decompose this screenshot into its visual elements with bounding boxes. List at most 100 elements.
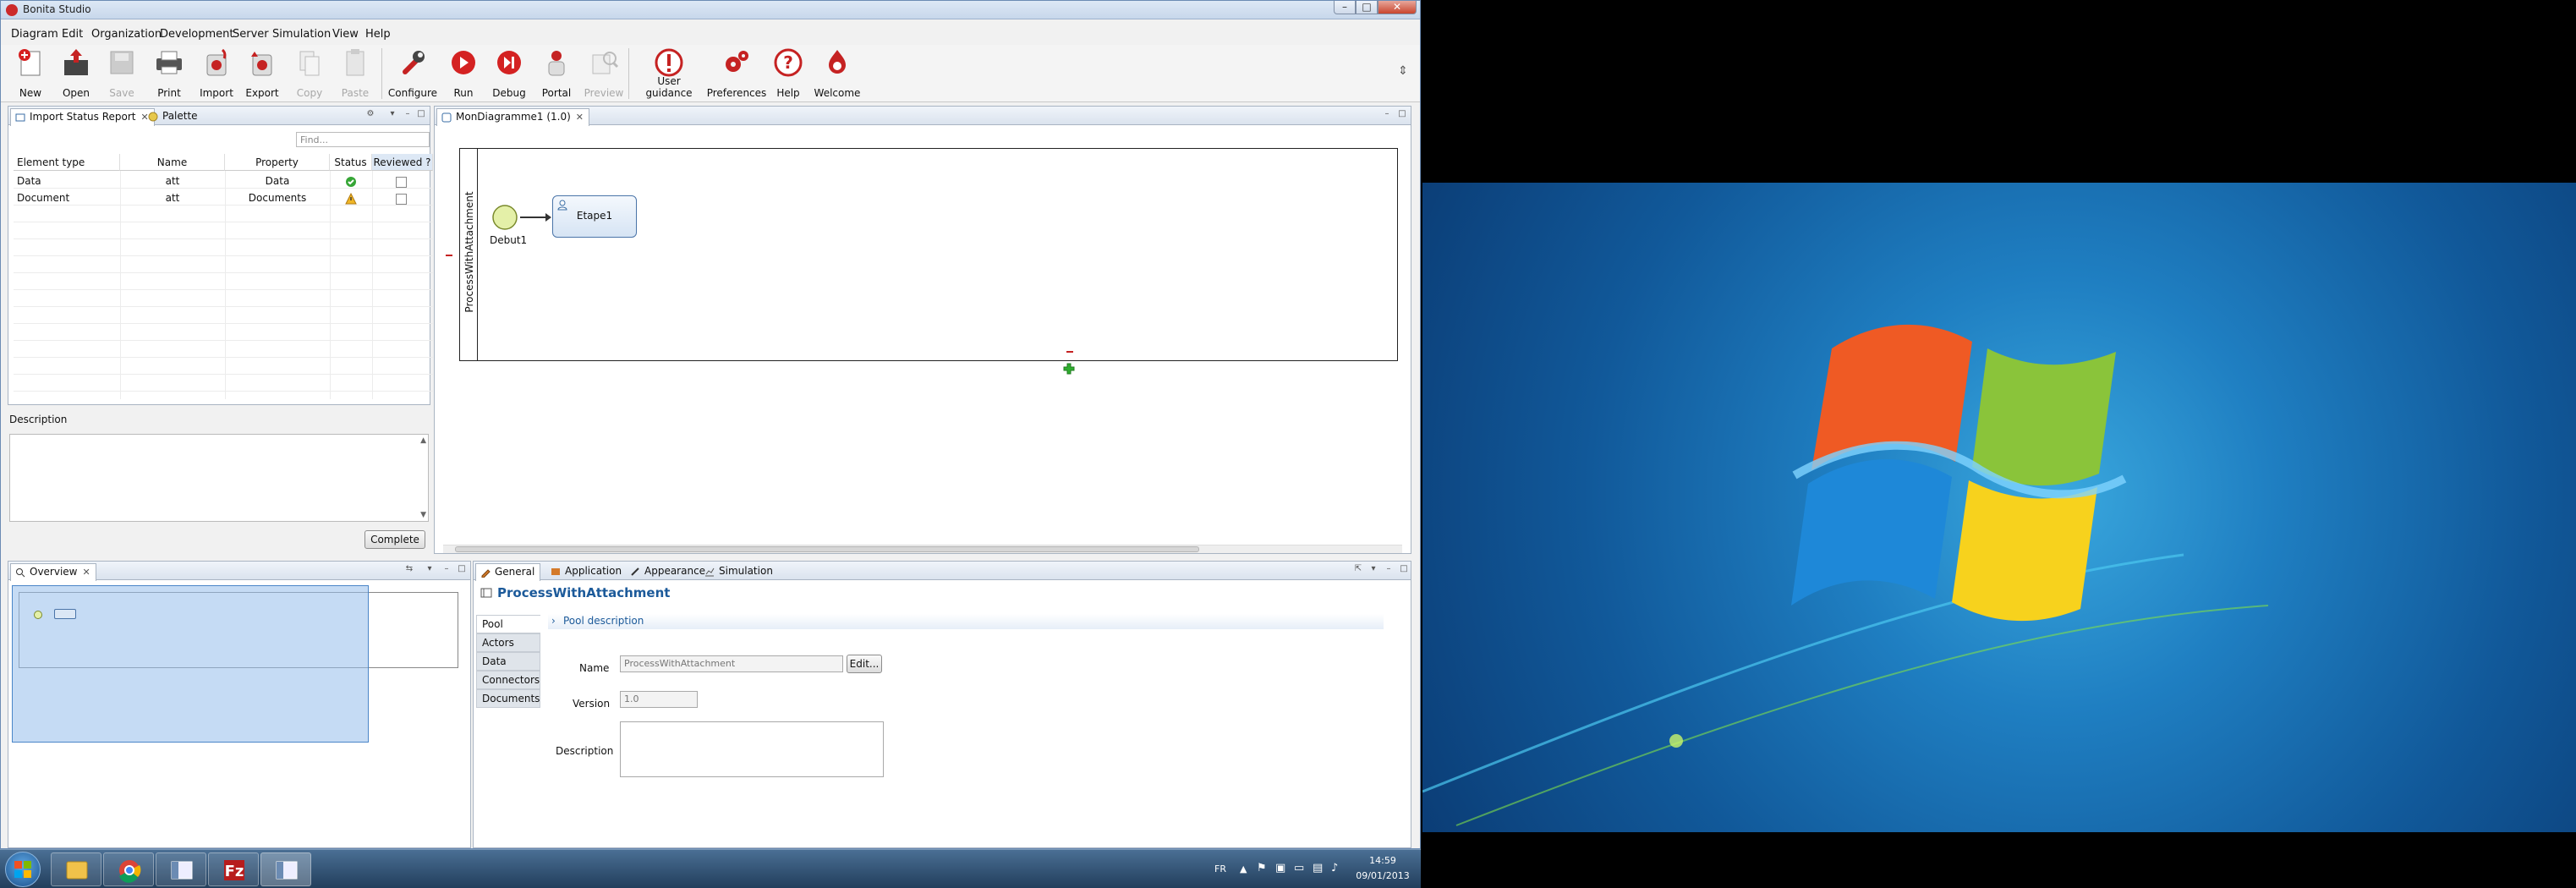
debug-button[interactable]: Debug <box>483 45 535 102</box>
start-event[interactable] <box>490 202 520 233</box>
tab-appearance[interactable]: Appearance <box>626 563 710 580</box>
vtab-actors[interactable]: Actors <box>476 633 540 652</box>
horizontal-scrollbar[interactable] <box>443 545 1402 553</box>
taskbar-explorer[interactable] <box>51 852 101 886</box>
network-icon[interactable]: ▤ <box>1313 862 1323 874</box>
clock-time[interactable]: 14:59 <box>1362 855 1404 866</box>
start-button[interactable] <box>5 852 41 887</box>
sequence-flow[interactable] <box>520 217 549 218</box>
vtab-documents[interactable]: Documents <box>476 689 540 708</box>
export-button[interactable]: Export <box>236 45 288 102</box>
editor-maximize-icon[interactable]: □ <box>1397 110 1407 118</box>
print-button[interactable]: Print <box>143 45 195 102</box>
minimize-button[interactable]: – <box>1334 1 1356 14</box>
name-field[interactable]: ProcessWithAttachment <box>620 655 843 672</box>
scrollbar-thumb[interactable] <box>455 546 1199 552</box>
device-icon[interactable]: ▣ <box>1275 862 1285 874</box>
col-element-type[interactable]: Element type <box>14 154 120 171</box>
taskbar-filezilla[interactable]: Fz <box>208 852 259 886</box>
minimize-view-icon[interactable]: ▾ <box>387 110 397 118</box>
configure-button[interactable]: Configure <box>386 45 439 102</box>
properties-maximize-icon[interactable]: □ <box>1399 565 1409 573</box>
tab-import-status-report[interactable]: Import Status Report ✕ <box>10 108 155 126</box>
run-button[interactable]: Run <box>437 45 490 102</box>
row1-reviewed-checkbox[interactable] <box>396 177 407 188</box>
show-hidden-icons[interactable]: ▲ <box>1240 863 1247 874</box>
editor-tab-close-icon[interactable]: ✕ <box>576 112 584 123</box>
taskbar-bonita[interactable] <box>260 852 311 886</box>
import-button[interactable]: Import <box>190 45 243 102</box>
description-field[interactable] <box>620 721 884 777</box>
taskbar-window[interactable] <box>156 852 206 886</box>
paste-button[interactable]: Paste <box>329 45 381 102</box>
volume-icon[interactable]: ♪ <box>1331 862 1338 874</box>
pool-description-section[interactable]: › Pool description <box>548 614 1384 629</box>
minimize-panel-icon[interactable]: – <box>403 110 413 118</box>
maximize-button[interactable]: □ <box>1356 1 1378 14</box>
properties-pin-icon[interactable]: ⇱ <box>1353 565 1363 573</box>
properties-menu-icon[interactable]: ▾ <box>1368 565 1378 573</box>
menu-help[interactable]: Help <box>365 28 391 41</box>
user-guidance-button[interactable]: User guidance <box>635 45 703 102</box>
row2-reviewed-checkbox[interactable] <box>396 194 407 205</box>
copy-button[interactable]: Copy <box>283 45 336 102</box>
collapse-marker[interactable] <box>446 255 452 256</box>
properties-minimize-icon[interactable]: – <box>1384 565 1394 573</box>
editor-minimize-icon[interactable]: – <box>1382 110 1392 118</box>
menu-view[interactable]: View <box>332 28 359 41</box>
task-etape1[interactable]: Etape1 <box>552 195 637 238</box>
new-button[interactable]: New <box>4 45 57 102</box>
scroll-up-icon[interactable]: ▲ <box>420 436 426 445</box>
menu-edit[interactable]: Edit <box>62 28 83 41</box>
overview-menu-icon[interactable]: ▾ <box>425 565 435 573</box>
col-name[interactable]: Name <box>120 154 225 171</box>
version-field[interactable]: 1.0 <box>620 691 698 708</box>
vtab-data[interactable]: Data <box>476 652 540 671</box>
edit-button[interactable]: Edit... <box>847 655 882 673</box>
col-property[interactable]: Property <box>225 154 330 171</box>
chrome-icon <box>119 860 141 883</box>
welcome-button[interactable]: Welcome <box>811 45 863 102</box>
description-textarea[interactable]: ▲ ▼ <box>9 434 429 522</box>
pool-process[interactable] <box>459 148 1398 361</box>
menu-diagram[interactable]: Diagram <box>11 28 58 41</box>
overview-maximize-icon[interactable]: □ <box>457 565 467 573</box>
tab-mondiagramme1[interactable]: MonDiagramme1 (1.0) ✕ <box>436 108 590 126</box>
tab-application[interactable]: Application <box>546 563 627 580</box>
scroll-down-icon[interactable]: ▼ <box>420 511 426 519</box>
preview-button[interactable]: Preview <box>578 45 630 102</box>
action-center-flag-icon[interactable]: ⚑ <box>1257 862 1267 874</box>
save-button[interactable]: Save <box>96 45 148 102</box>
display-icon[interactable]: ▭ <box>1294 862 1304 874</box>
menu-development[interactable]: Development <box>160 28 234 41</box>
vtab-pool[interactable]: Pool <box>476 615 540 633</box>
tab-general[interactable]: General <box>475 563 541 581</box>
tab-overview[interactable]: Overview ✕ <box>10 563 96 581</box>
vtab-connectors[interactable]: Connectors <box>476 671 540 689</box>
portal-button[interactable]: Portal <box>530 45 583 102</box>
complete-button[interactable]: Complete <box>364 530 425 549</box>
open-button[interactable]: Open <box>50 45 102 102</box>
close-button[interactable]: ✕ <box>1378 1 1417 14</box>
overview-close-icon[interactable]: ✕ <box>83 567 90 578</box>
preferences-button[interactable]: Preferences <box>704 45 769 102</box>
overview-minimize-icon[interactable]: – <box>441 565 452 573</box>
overview-fit-icon[interactable]: ⇆ <box>404 565 414 573</box>
clock-date[interactable]: 09/01/2013 <box>1351 870 1414 881</box>
help-button[interactable]: ? Help <box>762 45 814 102</box>
view-menu-icon[interactable]: ⚙ <box>365 110 375 118</box>
menu-organization[interactable]: Organization <box>91 28 162 41</box>
menu-simulation[interactable]: Simulation <box>272 28 331 41</box>
taskbar-chrome[interactable] <box>103 852 154 886</box>
toolbar-chevron-icon[interactable]: ⇕ <box>1398 65 1408 77</box>
add-lane-icon[interactable] <box>1063 363 1075 375</box>
tab-simulation[interactable]: Simulation <box>700 563 778 580</box>
find-input[interactable]: Find... <box>296 132 430 147</box>
language-indicator[interactable]: FR <box>1214 863 1226 874</box>
menu-server[interactable]: Server <box>233 28 269 41</box>
remove-lane-icon[interactable] <box>1066 351 1073 353</box>
col-status[interactable]: Status <box>330 154 372 171</box>
tab-palette[interactable]: Palette <box>144 108 203 125</box>
col-reviewed[interactable]: Reviewed ? <box>372 154 433 171</box>
maximize-panel-icon[interactable]: □ <box>416 110 426 118</box>
